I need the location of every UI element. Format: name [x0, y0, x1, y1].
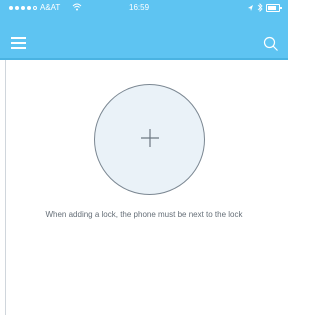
left-edge-line	[5, 60, 6, 315]
search-button[interactable]	[263, 36, 279, 52]
signal-dot-empty	[33, 6, 37, 10]
signal-dot	[9, 6, 13, 10]
signal-dot	[15, 6, 19, 10]
signal-dot	[21, 6, 25, 10]
signal-strength	[9, 6, 37, 10]
menu-line	[11, 37, 26, 39]
location-arrow-icon	[248, 4, 253, 11]
carrier-label: A&AT	[40, 3, 61, 12]
add-lock-hint: When adding a lock, the phone must be ne…	[45, 210, 243, 219]
bluetooth-icon	[257, 3, 263, 12]
header-divider	[0, 58, 288, 60]
status-time: 16:59	[129, 3, 150, 12]
wifi-icon	[72, 3, 82, 11]
signal-dot	[27, 6, 31, 10]
menu-button[interactable]	[11, 37, 26, 49]
app-screen: A&AT 16:59 When adding a lock, the phone…	[0, 0, 288, 315]
battery-fill	[268, 5, 276, 10]
search-icon	[263, 36, 276, 49]
battery-icon	[266, 3, 282, 12]
top-bar: A&AT 16:59	[0, 0, 288, 60]
menu-line	[11, 47, 26, 49]
plus-icon	[141, 129, 159, 147]
status-right-group	[247, 3, 282, 12]
menu-line	[11, 42, 26, 44]
status-bar: A&AT 16:59	[0, 0, 288, 20]
